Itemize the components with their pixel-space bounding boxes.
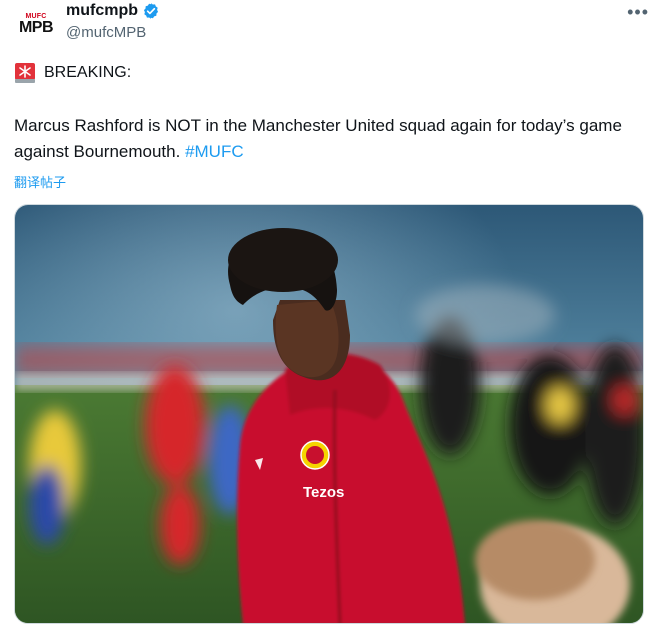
more-options-icon[interactable]: •••: [627, 2, 649, 23]
tweet-media-photo[interactable]: Tezos: [14, 204, 644, 624]
breaking-line: BREAKING:: [14, 62, 131, 84]
user-handle[interactable]: @mufcMPB: [66, 24, 146, 41]
tweet-header: MUFC MPB mufcmpb @mufcMPB •••: [14, 0, 655, 48]
avatar-text-bottom: MPB: [18, 19, 54, 36]
siren-icon: [15, 63, 35, 83]
verified-badge-icon: [143, 3, 159, 19]
tweet-text: Marcus Rashford is NOT in the Manchester…: [14, 113, 634, 165]
name-row: mufcmpb: [66, 2, 160, 20]
tweet-text-main: Marcus Rashford is NOT in the Manchester…: [14, 116, 622, 161]
hashtag-link[interactable]: #MUFC: [185, 142, 244, 161]
breaking-label: BREAKING:: [44, 64, 132, 81]
display-name[interactable]: mufcmpb: [66, 2, 138, 20]
translate-post-link[interactable]: 翻译帖子: [14, 172, 66, 191]
avatar[interactable]: MUFC MPB: [14, 6, 58, 42]
photo-player-hoodie: Tezos: [15, 205, 643, 623]
shirt-sponsor-text: Tezos: [303, 484, 344, 501]
